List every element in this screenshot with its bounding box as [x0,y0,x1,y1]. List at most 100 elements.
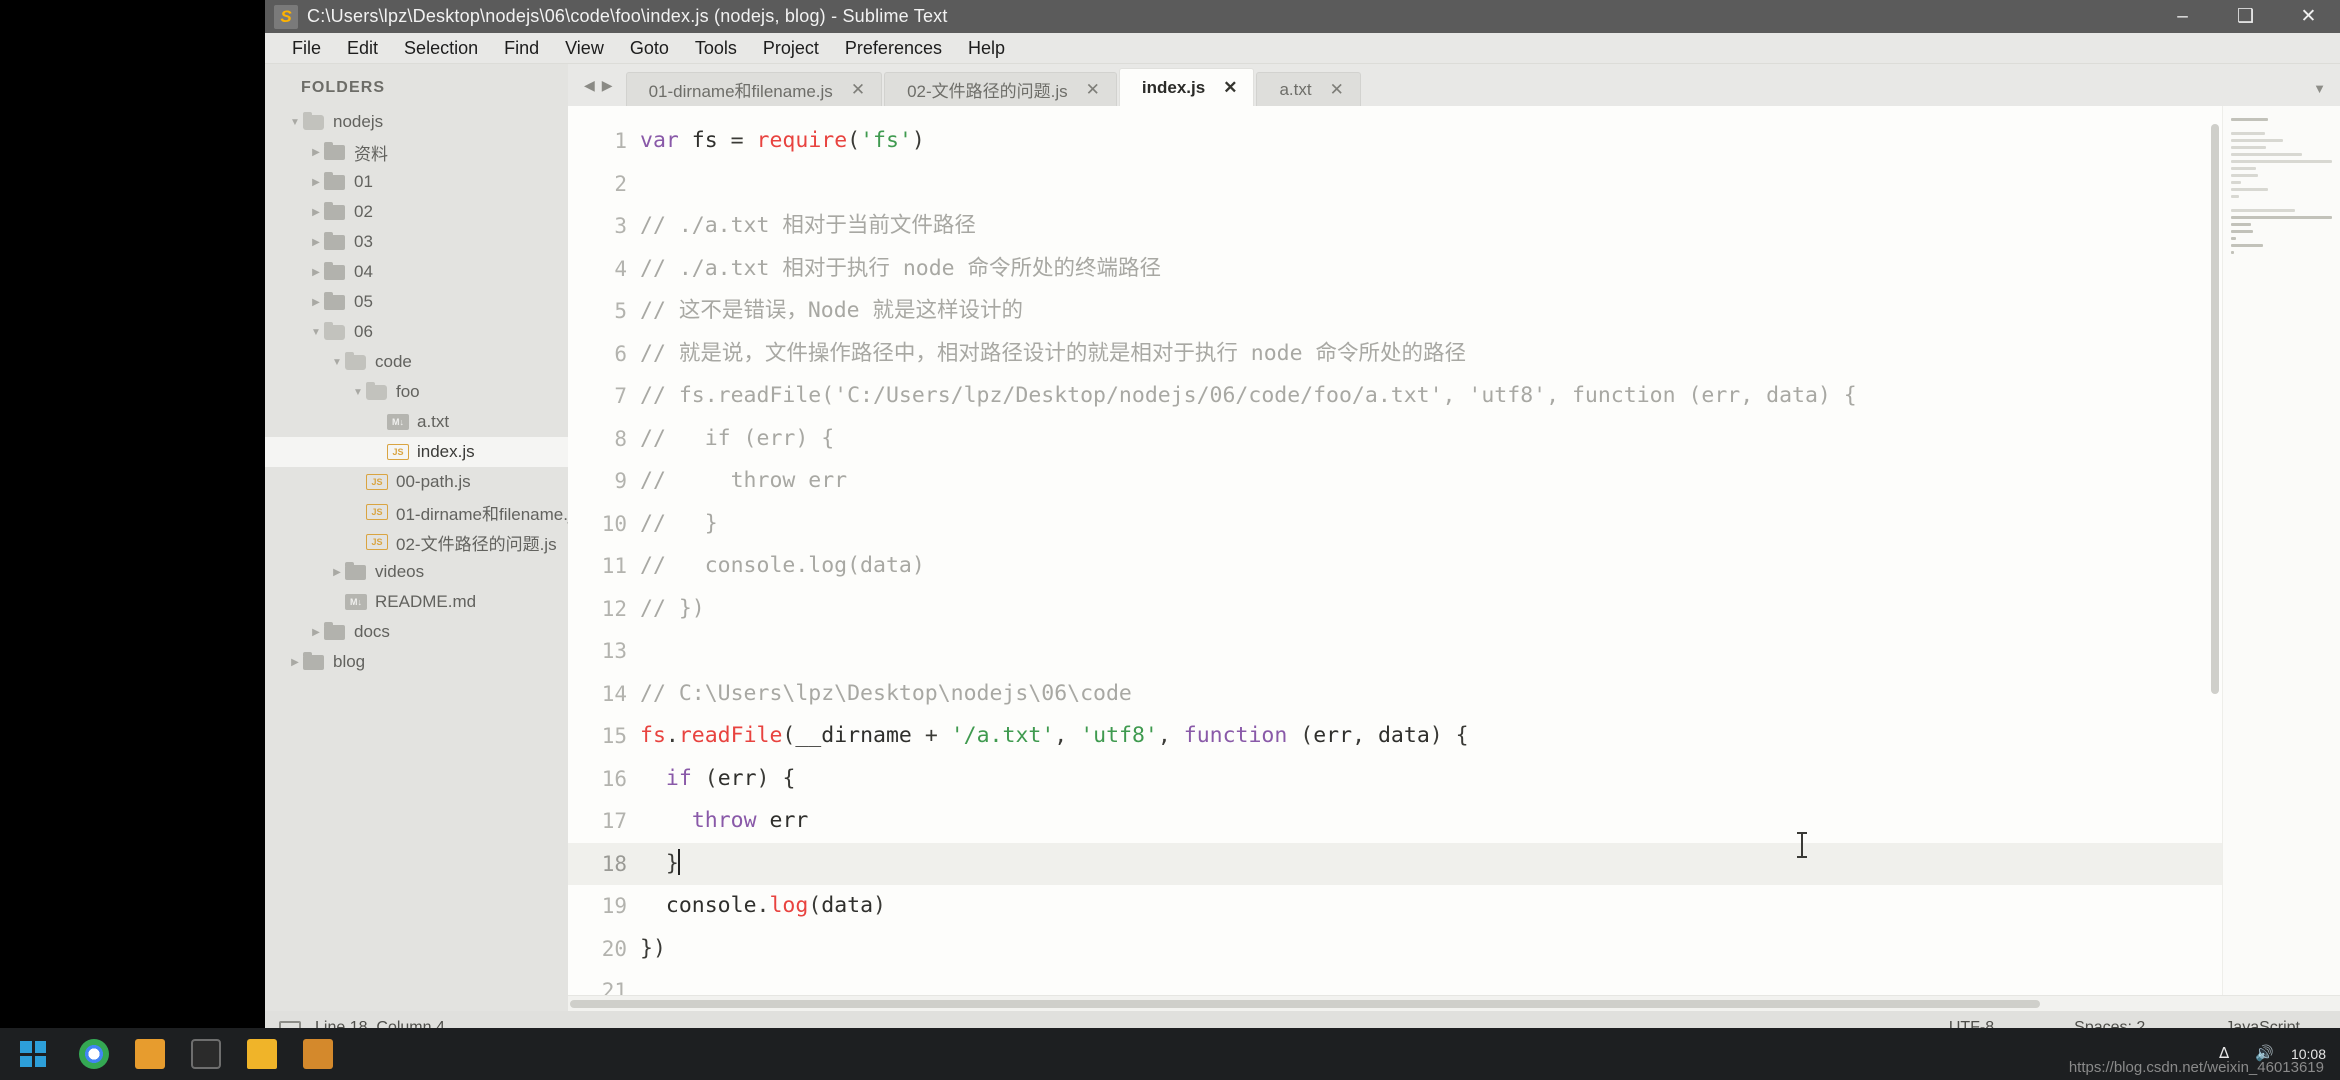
horizontal-scrollbar[interactable] [568,995,2340,1011]
code-line[interactable]: // } [640,503,2340,546]
menu-item-selection[interactable]: Selection [391,35,491,62]
code-line[interactable]: // if (err) { [640,418,2340,461]
code-line[interactable]: // C:\Users\lpz\Desktop\nodejs\06\code [640,673,2340,716]
menu-item-file[interactable]: File [279,35,334,62]
code-line[interactable]: fs.readFile(__dirname + '/a.txt', 'utf8'… [640,715,2340,758]
code-line[interactable]: // console.log(data) [640,545,2340,588]
tree-item-16[interactable]: ▶M↓README.md [265,587,568,617]
menu-item-help[interactable]: Help [955,35,1018,62]
chevron-down-icon[interactable]: ▼ [329,357,345,368]
tree-item-2[interactable]: ▶ 01 [265,167,568,197]
code-line[interactable]: var fs = require('fs') [640,120,2340,163]
code-editor[interactable]: 1 2 3 4 5 6 7 8 9 10 11 12 13 14 15 16 17 18 19 20 21 var fs… [568,106,2340,995]
taskbar-app-media[interactable] [290,1028,346,1080]
horizontal-scrollbar-thumb[interactable] [570,1000,2040,1008]
code-line[interactable]: }) [640,928,2340,971]
tree-item-18[interactable]: ▶ blog [265,647,568,677]
menu-item-preferences[interactable]: Preferences [832,35,955,62]
sidebar-file-tree[interactable]: FOLDERS ▼ nodejs ▶ 资料 ▶ 01 ▶ 02 ▶ 03 ▶ 04 ▶ 05 ▼ 06 ▼ cod… [265,64,568,1011]
code-line[interactable]: // 就是说，文件操作路径中，相对路径设计的就是相对于执行 node 命令所处的… [640,333,2340,376]
chevron-right-icon[interactable]: ▶ [308,297,324,308]
tab-prev-icon[interactable]: ◀ [584,77,595,94]
tab-next-icon[interactable]: ▶ [602,77,613,94]
menu-item-project[interactable]: Project [750,35,832,62]
taskbar-app-chrome[interactable] [66,1028,122,1080]
tree-item-15[interactable]: ▶ videos [265,557,568,587]
vertical-scrollbar-thumb[interactable] [2211,124,2219,694]
code-line[interactable]: // throw err [640,460,2340,503]
chevron-right-icon[interactable]: ▶ [308,267,324,278]
editor-tab-3[interactable]: a.txt ✕ [1256,72,1361,106]
editor-tab-1[interactable]: 02-文件路径的问题.js ✕ [884,72,1117,106]
chevron-right-icon[interactable]: ▶ [329,567,345,578]
vertical-scrollbar[interactable] [2209,106,2221,995]
start-button[interactable] [0,1028,66,1080]
tab-nav-arrows[interactable]: ◀ ▶ [576,77,626,106]
editor-tab-2[interactable]: index.js ✕ [1118,68,1255,106]
editor-tab-0[interactable]: 01-dirname和filename.js ✕ [625,72,883,106]
line-number: 13 [601,639,627,663]
chevron-right-icon[interactable]: ▶ [308,237,324,248]
tab-close-icon[interactable]: ✕ [1330,80,1344,100]
line-number-gutter: 1 2 3 4 5 6 7 8 9 10 11 12 13 14 15 16 17 18 19 20 21 [568,106,640,995]
chevron-down-icon[interactable]: ▼ [350,387,366,398]
maximize-button[interactable]: ❑ [2214,0,2277,33]
code-content[interactable]: var fs = require('fs') // ./a.txt 相对于当前文件… [640,106,2340,995]
tree-item-3[interactable]: ▶ 02 [265,197,568,227]
close-button[interactable]: ✕ [2277,0,2340,33]
chevron-right-icon[interactable]: ▶ [308,207,324,218]
taskbar-app-cmd[interactable] [178,1028,234,1080]
tab-close-icon[interactable]: ✕ [1223,78,1237,98]
tab-overflow-icon[interactable]: ▼ [2313,81,2326,96]
tree-item-14[interactable]: ▶JS02-文件路径的问题.js [265,527,568,557]
chevron-right-icon[interactable]: ▶ [308,177,324,188]
code-line[interactable]: if (err) { [640,758,2340,801]
tree-item-9[interactable]: ▼ foo [265,377,568,407]
menu-item-edit[interactable]: Edit [334,35,391,62]
tree-item-0[interactable]: ▼ nodejs [265,107,568,137]
chevron-right-icon[interactable]: ▶ [308,627,324,638]
tree-item-11[interactable]: ▶JSindex.js [265,437,568,467]
tree-item-5[interactable]: ▶ 04 [265,257,568,287]
tree-item-17[interactable]: ▶ docs [265,617,568,647]
code-line[interactable]: throw err [640,800,2340,843]
code-line[interactable] [640,970,2340,995]
tree-item-13[interactable]: ▶JS01-dirname和filename.js [265,497,568,527]
chevron-right-icon[interactable]: ▶ [308,147,324,158]
menu-item-tools[interactable]: Tools [682,35,750,62]
taskbar-app-sublime[interactable] [122,1028,178,1080]
minimize-button[interactable]: – [2151,0,2214,33]
minimap[interactable] [2222,106,2340,995]
tree-item-12[interactable]: ▶JS00-path.js [265,467,568,497]
tree-item-8[interactable]: ▼ code [265,347,568,377]
menu-item-goto[interactable]: Goto [617,35,682,62]
code-line[interactable]: // 这不是错误，Node 就是这样设计的 [640,290,2340,333]
taskbar-app-explorer[interactable] [234,1028,290,1080]
chevron-down-icon[interactable]: ▼ [308,327,324,338]
tree-item-1[interactable]: ▶ 资料 [265,137,568,167]
editor-tab-label: 02-文件路径的问题.js [907,82,1068,101]
code-line[interactable]: console.log(data) [640,885,2340,928]
tab-close-icon[interactable]: ✕ [851,80,865,100]
line-number: 11 [601,554,627,578]
code-line[interactable] [640,630,2340,673]
tree-item-7[interactable]: ▼ 06 [265,317,568,347]
tab-close-icon[interactable]: ✕ [1086,80,1100,100]
code-line[interactable]: // ./a.txt 相对于当前文件路径 [640,205,2340,248]
menu-item-view[interactable]: View [552,35,617,62]
code-line[interactable]: } [640,842,2340,885]
tree-item-4[interactable]: ▶ 03 [265,227,568,257]
code-line[interactable] [640,163,2340,206]
code-line[interactable]: // }) [640,588,2340,631]
tree-item-label: 06 [354,322,373,341]
tree-item-6[interactable]: ▶ 05 [265,287,568,317]
menu-item-find[interactable]: Find [491,35,552,62]
minimap-line [2231,223,2252,226]
chevron-down-icon[interactable]: ▼ [287,117,303,128]
code-line[interactable]: // fs.readFile('C:/Users/lpz/Desktop/nod… [640,375,2340,418]
js-file-icon: JS [366,504,388,520]
tree-item-10[interactable]: ▶M↓a.txt [265,407,568,437]
code-line[interactable]: // ./a.txt 相对于执行 node 命令所处的终端路径 [640,248,2340,291]
chevron-right-icon[interactable]: ▶ [287,657,303,668]
line-number: 4 [614,256,627,281]
